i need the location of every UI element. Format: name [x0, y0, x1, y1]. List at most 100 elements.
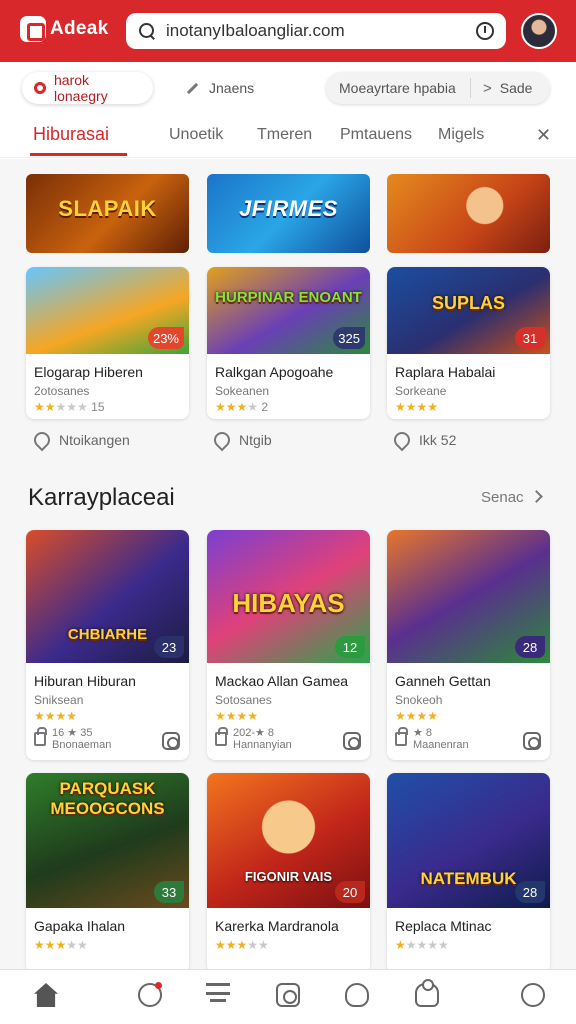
count-badge: 325	[333, 327, 365, 349]
location-chip[interactable]: harok lonaegry	[22, 72, 153, 104]
see-more-link[interactable]: Senac	[481, 489, 543, 506]
lock-icon	[34, 727, 47, 746]
game-card[interactable]: FIGONIR VAIS 20 Karerka Mardranola ★★★★★	[207, 773, 370, 973]
game-art: HURPINAR ENOANT 325	[207, 267, 370, 354]
alert-icon[interactable]	[138, 982, 162, 1007]
app-logo[interactable]: Adeak	[20, 16, 109, 42]
banner-2-title: JFIRMES	[239, 196, 338, 221]
banner-3[interactable]	[387, 174, 550, 253]
game-art: HIBAYAS 12	[207, 530, 370, 663]
camera-icon[interactable]	[343, 732, 361, 750]
rating: ★★★★ 2	[215, 400, 269, 414]
like-button[interactable]: Ikk 52	[390, 428, 457, 452]
rating: ★★★★	[215, 709, 259, 723]
game-title: Raplara Habalai	[395, 364, 496, 380]
chevron-right-icon	[529, 490, 543, 503]
notification-dot	[155, 982, 162, 989]
like-label: Ntoikangen	[59, 432, 130, 448]
game-art-title: HURPINAR ENOANT	[215, 289, 362, 306]
game-title: Karerka Mardranola	[215, 918, 339, 934]
count-badge: 20	[335, 881, 365, 903]
game-title: Hiburan Hiburan	[34, 673, 136, 689]
game-subtitle: Sorkeane	[395, 384, 447, 398]
rating: ★★★★★	[34, 938, 88, 952]
like-label: Ikk 52	[419, 432, 457, 448]
game-card[interactable]: PARQUASK MEOOGCONS 33 Gapaka Ihalan ★★★★…	[26, 773, 189, 973]
banner-1-title: SLAPAIK	[58, 196, 157, 221]
like-label: Ntgib	[239, 432, 272, 448]
filter-segment-right[interactable]: > Sade	[471, 80, 532, 97]
search-input[interactable]	[166, 21, 476, 41]
edit-chip[interactable]: Jnaens	[174, 72, 274, 104]
lock-icon	[395, 727, 408, 746]
search-icon	[138, 22, 156, 40]
tab-hiburasai[interactable]: Hiburasai	[33, 124, 109, 145]
location-pin-icon	[34, 82, 46, 94]
discount-badge: 23%	[147, 327, 184, 349]
lock-icon	[215, 727, 228, 746]
profile-icon[interactable]	[415, 979, 439, 1007]
list-icon[interactable]	[206, 983, 230, 1007]
game-art: FIGONIR VAIS 20	[207, 773, 370, 908]
game-art: 23%	[26, 267, 189, 354]
game-title: Gapaka Ihalan	[34, 918, 126, 934]
count-badge: 33	[154, 881, 184, 903]
camera-icon[interactable]	[276, 983, 300, 1007]
tab-pmtauens[interactable]: Pmtauens	[340, 126, 412, 144]
game-title: Ganneh Gettan	[395, 673, 491, 689]
game-meta: 16 ★ 35 Bnonaeman	[34, 727, 111, 751]
game-card[interactable]: SUPLAS 31 Raplara Habalai Sorkeane ★★★★	[387, 267, 550, 419]
count-badge: 23	[154, 636, 184, 658]
filter-segment-right-label: Sade	[499, 80, 533, 96]
rating: ★★★★	[395, 400, 439, 414]
game-title: Replaca Mtinac	[395, 918, 492, 934]
game-subtitle: Snokeoh	[395, 693, 443, 707]
settings-icon[interactable]	[521, 983, 545, 1007]
avatar[interactable]	[521, 13, 557, 49]
home-icon[interactable]	[34, 983, 58, 1007]
tab-migels[interactable]: Migels	[438, 126, 484, 144]
search-bar[interactable]	[126, 13, 506, 49]
like-button[interactable]: Ntgib	[210, 428, 272, 452]
rating: ★★★★★	[215, 938, 269, 952]
filter-segment-left[interactable]: Moeayrtare hpabia	[326, 78, 471, 98]
pencil-icon	[186, 82, 199, 94]
game-art: CHBIARHE 23	[26, 530, 189, 663]
heart-icon	[210, 428, 234, 452]
game-title: Ralkgan Apogoahe	[215, 364, 334, 380]
game-card[interactable]: HIBAYAS 12 Mackao Allan Gamea Sotosanes …	[207, 530, 370, 760]
top-app-bar: Adeak	[0, 0, 576, 62]
count-badge: 31	[515, 327, 545, 349]
chevron-right-icon: >	[483, 79, 492, 97]
banner-1[interactable]: SLAPAIK	[26, 174, 189, 253]
camera-icon[interactable]	[523, 732, 541, 750]
rating: ★★★★	[395, 709, 439, 723]
count-badge: 28	[515, 881, 545, 903]
game-card[interactable]: 23% Elogarap Hiberen 2otosanes ★★★★★ 15	[26, 267, 189, 419]
game-card[interactable]: CHBIARHE 23 Hiburan Hiburan Sniksean ★★★…	[26, 530, 189, 760]
game-art: 28	[387, 530, 550, 663]
count-badge: 12	[335, 636, 365, 658]
game-art-title: SUPLAS	[431, 293, 505, 313]
like-button[interactable]: Ntoikangen	[30, 428, 130, 452]
game-card[interactable]: HURPINAR ENOANT 325 Ralkgan Apogoahe Sok…	[207, 267, 370, 419]
edit-chip-label: Jnaens	[209, 80, 255, 96]
banner-2[interactable]: JFIRMES	[207, 174, 370, 253]
tab-unoetik[interactable]: Unoetik	[169, 126, 223, 144]
heart-icon[interactable]	[345, 983, 369, 1007]
tab-tmeren[interactable]: Tmeren	[257, 126, 312, 144]
game-art-title: HIBAYAS	[232, 588, 345, 618]
rating: ★★★★	[34, 709, 78, 723]
section-title: Karrayplaceai	[28, 484, 175, 511]
rating: ★★★★★ 15	[34, 400, 105, 414]
game-card[interactable]: NATEMBUK 28 Replaca Mtinac ★★★★★	[387, 773, 550, 973]
rating: ★★★★★	[395, 938, 449, 952]
game-art: SUPLAS 31	[387, 267, 550, 354]
game-subtitle: 2otosanes	[34, 384, 90, 398]
close-icon[interactable]: ✕	[536, 125, 551, 146]
game-art-title: PARQUASK MEOOGCONS	[50, 779, 165, 818]
camera-icon[interactable]	[162, 732, 180, 750]
info-icon[interactable]	[476, 22, 494, 40]
game-meta: ★ 8 Maanenran	[395, 727, 469, 751]
game-card[interactable]: 28 Ganneh Gettan Snokeoh ★★★★ ★ 8 Maanenr…	[387, 530, 550, 760]
